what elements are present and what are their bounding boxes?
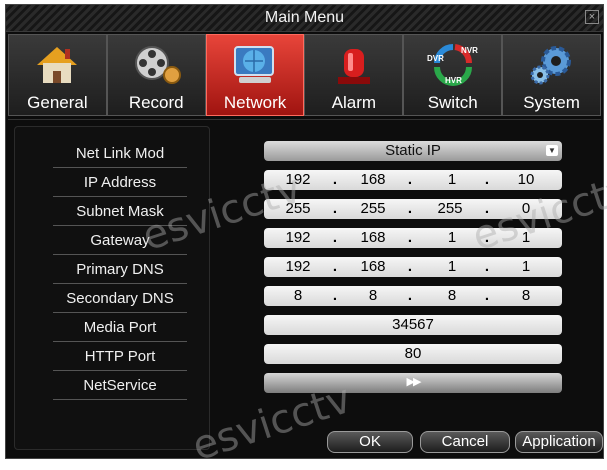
- tab-general[interactable]: General: [8, 34, 107, 116]
- tab-record[interactable]: Record: [106, 34, 206, 116]
- main-menu-window: Main Menu × General Record Network Alarm…: [5, 4, 604, 459]
- gateway-octet-1[interactable]: 192: [278, 229, 318, 246]
- http-port-label: HTTP Port: [53, 346, 187, 371]
- secondary-dns-dot: .: [484, 287, 490, 304]
- secondary-dns-octet-2[interactable]: 8: [353, 287, 393, 304]
- tab-switch[interactable]: DVR NVR HVR Switch: [403, 34, 503, 116]
- film-reel-icon: [135, 46, 182, 84]
- siren-icon: [337, 49, 370, 84]
- ip-address-label: IP Address: [53, 172, 187, 197]
- primary-dns-label: Primary DNS: [53, 259, 187, 284]
- secondary-dns-octet-1[interactable]: 8: [278, 287, 318, 304]
- nvr-text: NVR: [461, 46, 478, 55]
- gateway-octet-3[interactable]: 1: [432, 229, 472, 246]
- primary-dns-octet-4[interactable]: 1: [506, 258, 546, 275]
- gateway-octet-4[interactable]: 1: [506, 229, 546, 246]
- secondary-dns-field[interactable]: 8 . 8 . 8 . 8: [264, 286, 562, 306]
- secondary-dns-octet-4[interactable]: 8: [506, 287, 546, 304]
- ip-dot: .: [332, 171, 338, 188]
- ip-octet-3[interactable]: 1: [432, 171, 472, 188]
- tab-network[interactable]: Network: [205, 34, 305, 116]
- tab-system-label: System: [523, 93, 580, 112]
- close-icon[interactable]: ×: [585, 10, 599, 24]
- ip-octet-2[interactable]: 168: [353, 171, 393, 188]
- tab-bar: General Record Network Alarm DVR NVR HVR…: [8, 34, 601, 116]
- subnet-octet-1[interactable]: 255: [278, 200, 318, 217]
- subnet-mask-field[interactable]: 255 . 255 . 255 . 0: [264, 199, 562, 219]
- secondary-dns-octet-3[interactable]: 8: [432, 287, 472, 304]
- house-icon: [37, 47, 78, 83]
- chevron-down-icon[interactable]: ▼: [546, 145, 558, 156]
- title-bar: Main Menu ×: [6, 5, 603, 32]
- secondary-dns-label: Secondary DNS: [53, 288, 187, 313]
- primary-dns-octet-1[interactable]: 192: [278, 258, 318, 275]
- net-link-mode-label: Net Link Mod: [53, 143, 187, 168]
- tab-alarm-label: Alarm: [331, 93, 377, 112]
- tab-network-label: Network: [223, 93, 287, 112]
- primary-dns-dot: .: [484, 258, 490, 275]
- net-link-mode-value: Static IP: [385, 142, 441, 159]
- subnet-octet-3[interactable]: 255: [430, 200, 470, 217]
- netservice-label: NetService: [53, 375, 187, 400]
- subnet-dot: .: [332, 200, 338, 217]
- primary-dns-dot: .: [332, 258, 338, 275]
- labels-column: Net Link Mod IP Address Subnet Mask Gate…: [14, 126, 210, 450]
- secondary-dns-dot: .: [407, 287, 413, 304]
- tab-switch-label: Switch: [427, 93, 478, 112]
- net-link-mode-select[interactable]: Static IP ▼: [264, 141, 562, 161]
- gateway-dot: .: [332, 229, 338, 246]
- ip-address-field[interactable]: 192 . 168 . 1 . 10: [264, 170, 562, 190]
- tab-record-label: Record: [128, 93, 184, 112]
- ok-button[interactable]: OK: [327, 431, 413, 453]
- tab-system[interactable]: System: [502, 34, 601, 116]
- media-port-field[interactable]: 34567: [264, 315, 562, 335]
- gateway-dot: .: [484, 229, 490, 246]
- primary-dns-octet-2[interactable]: 168: [353, 258, 393, 275]
- subnet-octet-4[interactable]: 0: [506, 200, 546, 217]
- subnet-mask-label: Subnet Mask: [53, 201, 187, 226]
- media-port-value[interactable]: 34567: [264, 316, 562, 333]
- ip-dot: .: [484, 171, 490, 188]
- primary-dns-octet-3[interactable]: 1: [432, 258, 472, 275]
- apply-button[interactable]: Application: [515, 431, 603, 453]
- tab-general-label: General: [27, 93, 88, 112]
- window-title: Main Menu: [264, 9, 345, 26]
- subnet-octet-2[interactable]: 255: [353, 200, 393, 217]
- dvr-text: DVR: [427, 54, 444, 63]
- netservice-button[interactable]: ▶▶: [264, 373, 562, 393]
- globe-icon: [234, 46, 275, 83]
- cancel-button[interactable]: Cancel: [420, 431, 510, 453]
- gears-icon: [530, 46, 571, 85]
- ip-dot: .: [407, 171, 413, 188]
- http-port-value[interactable]: 80: [264, 345, 562, 362]
- primary-dns-dot: .: [407, 258, 413, 275]
- gateway-dot: .: [407, 229, 413, 246]
- ip-octet-4[interactable]: 10: [506, 171, 546, 188]
- dvr-nvr-hvr-icon: DVR NVR HVR: [427, 44, 478, 86]
- gateway-octet-2[interactable]: 168: [353, 229, 393, 246]
- gateway-field[interactable]: 192 . 168 . 1 . 1: [264, 228, 562, 248]
- tab-alarm[interactable]: Alarm: [304, 34, 404, 116]
- http-port-field[interactable]: 80: [264, 344, 562, 364]
- fast-forward-icon: ▶▶: [406, 376, 422, 388]
- network-settings-panel: Net Link Mod IP Address Subnet Mask Gate…: [8, 119, 603, 456]
- primary-dns-field[interactable]: 192 . 168 . 1 . 1: [264, 257, 562, 277]
- gateway-label: Gateway: [53, 230, 187, 255]
- media-port-label: Media Port: [53, 317, 187, 342]
- secondary-dns-dot: .: [332, 287, 338, 304]
- subnet-dot: .: [407, 200, 413, 217]
- subnet-dot: .: [484, 200, 490, 217]
- ip-octet-1[interactable]: 192: [278, 171, 318, 188]
- hvr-text: HVR: [445, 76, 462, 85]
